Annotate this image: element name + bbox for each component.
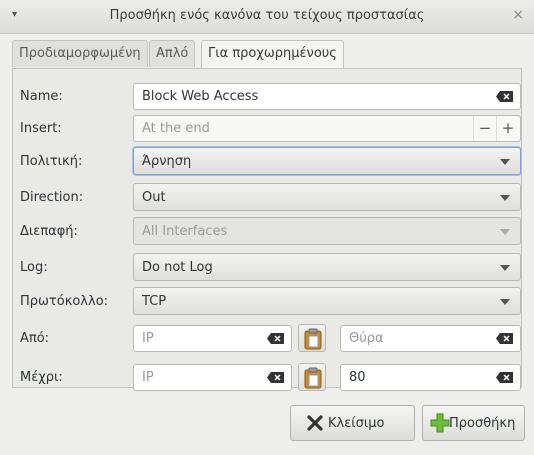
add-button[interactable]: Προσθήκη: [422, 405, 525, 441]
clear-from-ip-icon[interactable]: [267, 333, 284, 344]
tab-advanced[interactable]: Για προχωρημένους: [201, 40, 344, 69]
interface-select: All Interfaces: [133, 217, 521, 245]
to-paste-button[interactable]: [298, 363, 326, 391]
chevron-down-icon: [500, 195, 510, 201]
protocol-value: TCP: [142, 294, 167, 309]
log-label: Log:: [20, 260, 48, 275]
insert-spinner[interactable]: At the end − +: [133, 115, 521, 142]
clipboard-icon: [304, 367, 322, 389]
from-label: Από:: [20, 331, 50, 346]
direction-value: Out: [142, 190, 166, 205]
clear-from-port-icon[interactable]: [496, 333, 513, 344]
from-port-placeholder: Θύρα: [349, 331, 384, 346]
close-button-label: Κλείσιμο: [328, 416, 385, 431]
title-bar: ▾ Προσθήκη ενός κανόνα του τείχους προστ…: [0, 0, 534, 34]
to-label: Μέχρι:: [20, 370, 63, 385]
chevron-down-icon: [500, 159, 510, 165]
chevron-down-icon: [500, 229, 510, 235]
protocol-label: Πρωτόκολλο:: [20, 294, 109, 309]
policy-label: Πολιτική:: [20, 154, 83, 169]
name-label: Name:: [20, 89, 63, 104]
clear-to-ip-icon[interactable]: [267, 372, 284, 383]
chevron-down-icon: [500, 265, 510, 271]
protocol-select[interactable]: TCP: [133, 287, 521, 315]
decrement-button[interactable]: −: [473, 116, 496, 141]
to-port-field[interactable]: 80: [340, 364, 521, 391]
to-ip-field[interactable]: IP: [133, 364, 292, 391]
clipboard-icon: [304, 328, 322, 350]
tab-preconfigured[interactable]: Προδιαμορφωμένη: [12, 40, 148, 67]
to-port-value: 80: [349, 370, 366, 385]
name-field[interactable]: Block Web Access: [133, 83, 521, 110]
direction-select[interactable]: Out: [133, 183, 521, 211]
insert-label: Insert:: [20, 121, 62, 136]
log-select[interactable]: Do not Log: [133, 253, 521, 281]
tab-simple[interactable]: Απλό: [149, 40, 196, 67]
interface-value: All Interfaces: [142, 224, 228, 239]
clear-name-icon[interactable]: [496, 91, 513, 102]
from-port-field[interactable]: Θύρα: [340, 325, 521, 352]
window-close-icon[interactable]: ×: [512, 7, 524, 23]
window-title: Προσθήκη ενός κανόνα του τείχους προστασ…: [109, 8, 425, 23]
close-button[interactable]: Κλείσιμο: [290, 405, 415, 441]
policy-value: Άρνηση: [142, 154, 192, 169]
from-ip-placeholder: IP: [142, 331, 154, 346]
log-value: Do not Log: [142, 260, 213, 275]
direction-label: Direction:: [20, 190, 84, 205]
to-ip-placeholder: IP: [142, 370, 154, 385]
clear-to-port-icon[interactable]: [496, 372, 513, 383]
from-ip-field[interactable]: IP: [133, 325, 292, 352]
chevron-down-icon: [500, 299, 510, 305]
name-value: Block Web Access: [142, 89, 259, 104]
interface-label: Διεπαφή:: [20, 224, 78, 239]
policy-select[interactable]: Άρνηση: [133, 147, 521, 175]
from-paste-button[interactable]: [298, 324, 326, 352]
increment-button[interactable]: +: [496, 116, 519, 141]
close-x-icon: [307, 415, 323, 431]
add-button-label: Προσθήκη: [449, 416, 516, 431]
insert-placeholder: At the end: [142, 121, 210, 136]
add-plus-icon: [430, 413, 450, 433]
